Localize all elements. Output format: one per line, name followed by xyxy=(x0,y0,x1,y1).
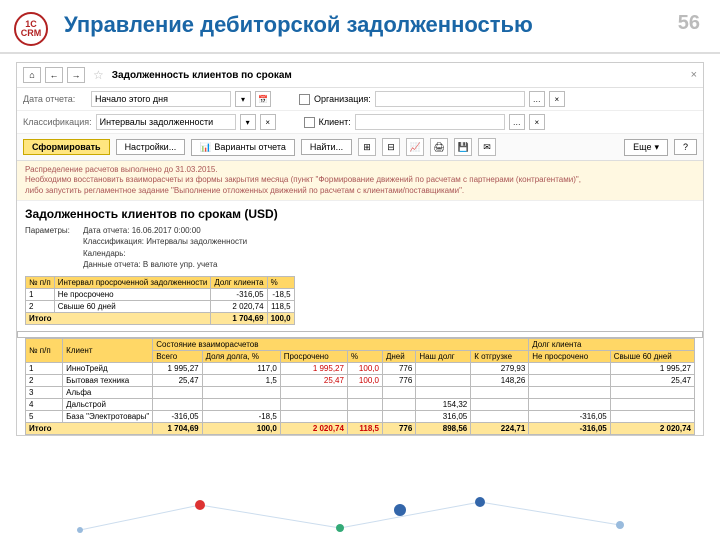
class-label: Классификация: xyxy=(23,117,92,127)
class-clear[interactable]: × xyxy=(260,114,276,130)
table-row: 5База "Электротовары"-316,05-18,5316,05-… xyxy=(26,410,695,422)
settings-button[interactable]: Настройки... xyxy=(116,139,186,155)
page-number: 56 xyxy=(678,12,700,35)
org-label: Организация: xyxy=(314,94,371,104)
mail-icon[interactable]: ✉ xyxy=(478,138,496,156)
client-checkbox[interactable] xyxy=(304,117,315,128)
org-input[interactable] xyxy=(375,91,525,107)
table-row: 2Свыше 60 дней2 020,74118,5 xyxy=(26,300,295,312)
forward-button[interactable]: → xyxy=(67,67,85,83)
app-window: ⌂ ← → ☆ Задолженность клиентов по срокам… xyxy=(16,62,704,436)
chart-icon[interactable]: 📈 xyxy=(406,138,424,156)
print-icon[interactable]: 🖨 xyxy=(430,138,448,156)
save-icon[interactable]: 💾 xyxy=(454,138,472,156)
table-row: 1ИнноТрейд1 995,27117,01 995,27100,07762… xyxy=(26,362,695,374)
warning-panel: Распределение расчетов выполнено до 31.0… xyxy=(17,161,703,201)
date-label: Дата отчета: xyxy=(23,94,87,104)
class-dropdown[interactable]: ▾ xyxy=(240,114,256,130)
collapse-icon[interactable]: ⊟ xyxy=(382,138,400,156)
org-select[interactable]: … xyxy=(529,91,545,107)
detail-table: № п/п Клиент Состояние взаиморасчетов До… xyxy=(25,338,695,435)
slide-title: Управление дебиторской задолженностью xyxy=(64,12,678,37)
table-row: 4Дальстрой154,32 xyxy=(26,398,695,410)
tab-title: Задолженность клиентов по срокам xyxy=(112,70,292,81)
find-button[interactable]: Найти... xyxy=(301,139,352,155)
total-row: Итого1 704,69100,02 020,74118,5776898,56… xyxy=(26,422,695,434)
table-row: 1Не просрочено-316,05-18,5 xyxy=(26,288,295,300)
date-input[interactable]: Начало этого дня xyxy=(91,91,231,107)
home-button[interactable]: ⌂ xyxy=(23,67,41,83)
table-row: 3Альфа xyxy=(26,386,695,398)
client-input[interactable] xyxy=(355,114,505,130)
client-select[interactable]: … xyxy=(509,114,525,130)
table-row: 2Бытовая техника25,471,525,47100,0776148… xyxy=(26,374,695,386)
back-button[interactable]: ← xyxy=(45,67,63,83)
expand-icon[interactable]: ⊞ xyxy=(358,138,376,156)
org-checkbox[interactable] xyxy=(299,94,310,105)
summary-table: № п/п Интервал просроченной задолженност… xyxy=(25,276,295,325)
report-title: Задолженность клиентов по срокам (USD) xyxy=(17,201,703,223)
client-label: Клиент: xyxy=(319,117,351,127)
date-dropdown[interactable]: ▾ xyxy=(235,91,251,107)
report-params: Параметры:Дата отчета: 16.06.2017 0:00:0… xyxy=(17,223,703,276)
more-button[interactable]: Еще ▾ xyxy=(624,139,668,156)
org-clear[interactable]: × xyxy=(549,91,565,107)
logo: 1C CRM xyxy=(14,12,48,46)
variants-button[interactable]: 📊 Варианты отчета xyxy=(191,139,295,156)
help-button[interactable]: ? xyxy=(674,139,697,155)
nav-toolbar: ⌂ ← → ☆ Задолженность клиентов по срокам… xyxy=(17,63,703,88)
favorite-icon[interactable]: ☆ xyxy=(93,68,104,82)
variants-icon: 📊 xyxy=(200,142,211,153)
close-icon[interactable]: × xyxy=(691,69,697,81)
client-clear[interactable]: × xyxy=(529,114,545,130)
generate-button[interactable]: Сформировать xyxy=(23,139,110,155)
total-row: Итого1 704,69100,0 xyxy=(26,312,295,324)
date-picker-icon[interactable]: 📅 xyxy=(255,91,271,107)
class-input[interactable]: Интервалы задолженности xyxy=(96,114,236,130)
decorative-network xyxy=(0,490,720,540)
